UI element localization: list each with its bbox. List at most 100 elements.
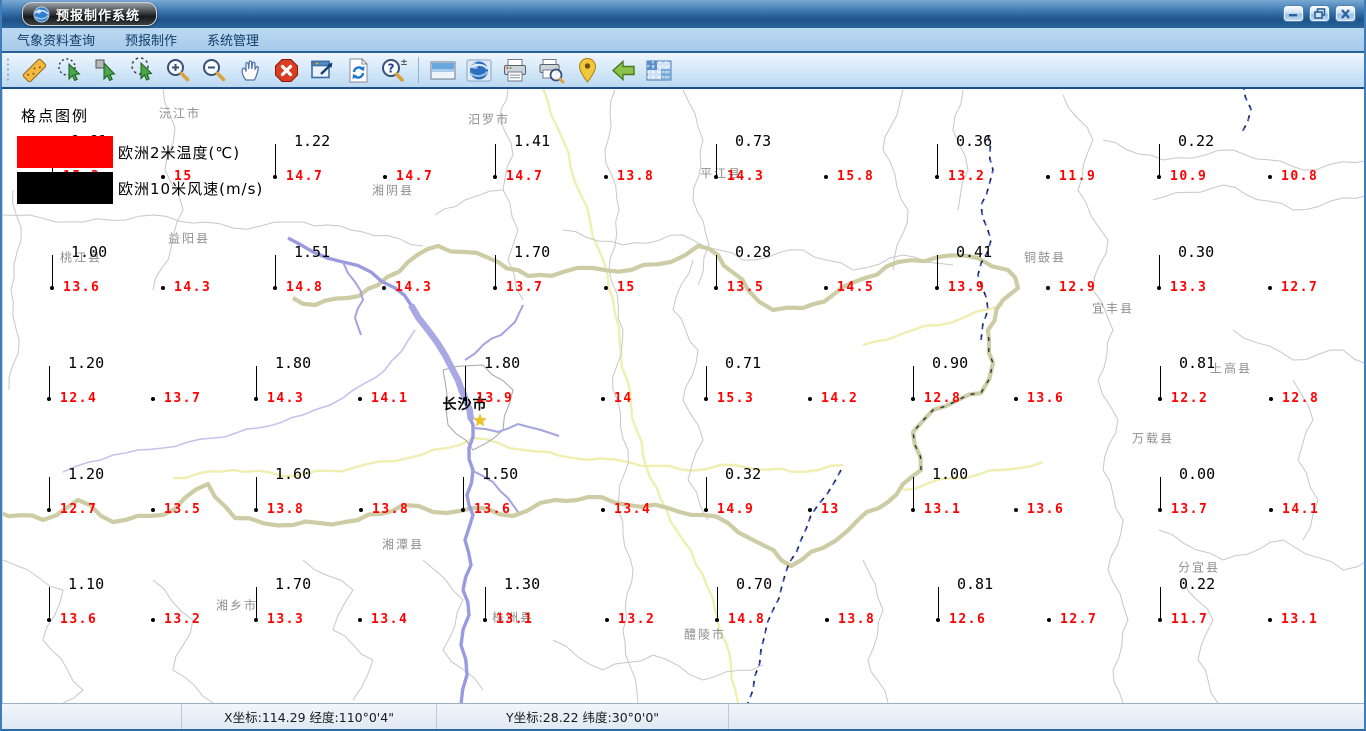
temperature-value: 13.4 xyxy=(371,612,409,627)
wind-barb xyxy=(274,255,276,288)
temperature-value: 13.9 xyxy=(476,391,514,406)
wind-speed-value: 1.70 xyxy=(514,243,551,261)
toolbar-grid-layer[interactable] xyxy=(644,55,674,85)
close-button[interactable] xyxy=(1335,5,1356,22)
temperature-value: 13.1 xyxy=(924,502,962,517)
county-boundary xyxy=(302,559,374,701)
wind-barb xyxy=(1158,144,1160,177)
toolbar-basemap-globe[interactable] xyxy=(464,55,494,85)
grid-point-dot xyxy=(824,286,828,290)
measure-ruler-icon xyxy=(22,58,46,82)
wind-barb xyxy=(705,366,707,399)
legend-title: 格点图例 xyxy=(21,107,90,125)
county-boundary xyxy=(1182,579,1219,703)
temperature-value: 14.3 xyxy=(727,169,765,184)
city-label: 醴陵市 xyxy=(683,627,727,642)
temperature-value: 12.8 xyxy=(924,391,962,406)
wind-speed-value: 1.00 xyxy=(71,243,108,261)
city-label: 铜鼓县 xyxy=(1023,250,1067,265)
wind-barb xyxy=(705,477,707,510)
temperature-value: 13.3 xyxy=(267,612,305,627)
toolbar-select-by-rectangle[interactable] xyxy=(91,55,121,85)
grid-point-dot xyxy=(601,508,605,512)
wind-speed-value: 0.81 xyxy=(1179,354,1216,372)
wind-speed-value: 0.36 xyxy=(956,132,993,150)
close-icon xyxy=(1341,8,1350,19)
toolbar-full-extent[interactable] xyxy=(307,55,337,85)
legend-item-temperature: 欧洲2米温度(℃) xyxy=(17,136,263,168)
city-label: 湘阴县 xyxy=(371,183,415,198)
wind-barb xyxy=(1159,587,1161,620)
temperature-value: 14.9 xyxy=(717,502,755,517)
toolbar-locate-pin[interactable] xyxy=(572,55,602,85)
temperature-value: 12.9 xyxy=(1059,280,1097,295)
wind-barb xyxy=(716,587,718,620)
menu-item-system-management[interactable]: 系统管理 xyxy=(192,30,274,49)
wind-barb xyxy=(462,477,464,510)
select-by-polygon-icon xyxy=(130,56,153,81)
menu-item-weather-data-query[interactable]: 气象资料查询 xyxy=(2,30,110,49)
toolbar-image-export[interactable] xyxy=(428,55,458,85)
county-boundary xyxy=(952,89,969,211)
status-x-coordinate: X坐标:114.29 经度:110°0'4" xyxy=(182,704,437,729)
refresh-icon xyxy=(349,57,368,82)
toolbar-back[interactable] xyxy=(608,55,638,85)
toolbar-identify[interactable]: ? ± xyxy=(379,55,409,85)
temperature-value: 13.7 xyxy=(1171,502,1209,517)
wind-speed-value: 1.80 xyxy=(275,354,312,372)
wind-speed-value: 1.70 xyxy=(275,575,312,593)
restore-button[interactable] xyxy=(1309,5,1330,22)
toolbar-zoom-in[interactable] xyxy=(163,55,193,85)
toolbar-stop[interactable] xyxy=(271,55,301,85)
wind-barb xyxy=(1159,366,1161,399)
temperature-value: 14.8 xyxy=(286,280,324,295)
road-line xyxy=(173,436,474,480)
wind-speed-value: 1.80 xyxy=(484,354,521,372)
toolbar-zoom-out[interactable] xyxy=(199,55,229,85)
wind-speed-value: 0.73 xyxy=(735,132,772,150)
map-canvas[interactable]: 格点图例 欧洲2米温度(℃) 欧洲10米风速(m/s) 沅江市 汨罗市 平江县 湘阴县… xyxy=(2,89,1364,703)
temperature-value: 14.7 xyxy=(506,169,544,184)
menu-bar: 气象资料查询 预报制作 系统管理 xyxy=(2,28,1364,53)
wind-speed-value: 0.32 xyxy=(725,465,762,483)
city-label: 湘潭县 xyxy=(381,537,425,552)
menu-item-forecast-production[interactable]: 预报制作 xyxy=(110,30,192,49)
grid-point-dot xyxy=(1014,508,1018,512)
toolbar-measure-ruler[interactable] xyxy=(19,55,49,85)
city-label: 汨罗市 xyxy=(467,112,511,127)
temperature-value: 13.6 xyxy=(63,280,101,295)
select-by-circle-icon xyxy=(57,57,81,81)
grid-point-dot xyxy=(604,175,608,179)
toolbar-refresh[interactable] xyxy=(343,55,373,85)
temperature-value: 14 xyxy=(614,391,633,406)
wind-speed-value: 0.41 xyxy=(956,243,993,261)
toolbar-print-preview[interactable] xyxy=(536,55,566,85)
temperature-value: 12.7 xyxy=(1281,280,1319,295)
wind-barb xyxy=(48,477,50,510)
minimize-button[interactable] xyxy=(1283,5,1304,22)
wind-speed-value: 0.81 xyxy=(957,575,994,593)
temperature-value: 13.7 xyxy=(164,391,202,406)
grid-point-dot xyxy=(1268,175,1272,179)
temperature-value: 10.9 xyxy=(1170,169,1208,184)
grid-point-dot xyxy=(1014,397,1018,401)
temperature-value: 12.4 xyxy=(60,391,98,406)
temperature-value: 13.8 xyxy=(617,169,655,184)
grid-point-dot xyxy=(161,286,165,290)
county-boundary xyxy=(3,214,424,247)
toolbar-select-by-circle[interactable] xyxy=(55,55,85,85)
wind-barb xyxy=(936,255,938,288)
wind-barb xyxy=(912,366,914,399)
wind-speed-value: 0.90 xyxy=(932,354,969,372)
temperature-value: 13.1 xyxy=(496,612,534,627)
wind-speed-value: 0.22 xyxy=(1179,575,1216,593)
temperature-value: 14.2 xyxy=(821,391,859,406)
temperature-value: 13.8 xyxy=(838,612,876,627)
toolbar-pan[interactable] xyxy=(235,55,265,85)
grid-point-dot xyxy=(1269,508,1273,512)
toolbar-print[interactable] xyxy=(500,55,530,85)
wind-barb xyxy=(494,144,496,177)
wind-barb xyxy=(51,255,53,288)
toolbar-select-by-polygon[interactable] xyxy=(127,55,157,85)
temperature-value: 12.7 xyxy=(1060,612,1098,627)
